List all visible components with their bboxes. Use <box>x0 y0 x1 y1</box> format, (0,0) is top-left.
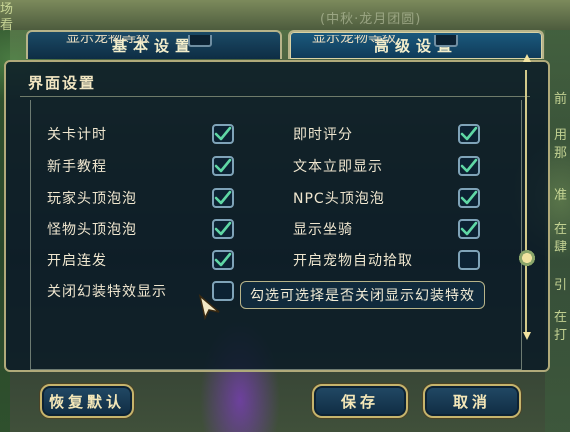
checkbox-instant-text[interactable] <box>458 156 480 176</box>
checkbox-npc-bubble[interactable] <box>458 188 480 208</box>
scene-left-char-2: 看 <box>0 18 14 33</box>
scene-left-char-1: 场 <box>0 2 14 17</box>
scene-right-char-1: 前 <box>554 92 568 107</box>
option-label-level-timer: 关卡计时 <box>47 127 107 143</box>
checkmark-icon <box>460 221 478 236</box>
title-divider <box>20 96 530 97</box>
scene-right-char-3: 那 <box>554 146 568 161</box>
scene-top-strip: (中秋·龙月团圆) <box>0 0 570 30</box>
checkmark-icon <box>214 221 232 236</box>
option-label-instant-text: 文本立即显示 <box>293 159 383 175</box>
scene-right-char-7: 引 <box>554 278 568 293</box>
cancel-button[interactable]: 取消 <box>423 384 521 418</box>
clipped-option-right-checkbox[interactable] <box>434 35 458 47</box>
scene-right-char-6: 肆 <box>554 240 568 255</box>
option-label-player-bubble: 玩家头顶泡泡 <box>47 191 137 207</box>
restore-defaults-button[interactable]: 恢复默认 <box>40 384 134 418</box>
settings-panel: 界面设置 <box>4 60 550 372</box>
clipped-option-left-label: 显示宠物等级 <box>66 35 150 46</box>
checkbox-show-mount[interactable] <box>458 219 480 239</box>
option-label-auto-fire: 开启连发 <box>47 253 107 269</box>
checkmark-icon <box>460 126 478 141</box>
clipped-option-row: 显示宠物等级 显示宠物等级 <box>42 35 506 49</box>
mouse-cursor-icon <box>198 294 220 320</box>
scrollbar-track-line <box>525 70 527 332</box>
scene-right-char-4: 准 <box>554 188 568 203</box>
option-label-npc-bubble: NPC头顶泡泡 <box>293 191 385 207</box>
option-label-tutorial: 新手教程 <box>47 159 107 175</box>
scene-right-char-8: 在 <box>554 310 568 325</box>
tooltip-costume-effects: 勾选可选择是否关闭显示幻装特效 <box>240 281 485 309</box>
scroll-up-arrow-icon[interactable] <box>522 53 532 63</box>
scene-right-char-9: 打 <box>554 328 568 343</box>
scrollbar[interactable] <box>518 50 534 350</box>
option-label-monster-bubble: 怪物头顶泡泡 <box>47 222 137 238</box>
checkbox-auto-fire[interactable] <box>212 250 234 270</box>
checkbox-pet-auto-pickup[interactable] <box>458 250 480 270</box>
checkmark-icon <box>460 158 478 173</box>
checkbox-player-bubble[interactable] <box>212 188 234 208</box>
save-button[interactable]: 保存 <box>312 384 408 418</box>
scroll-down-arrow-icon[interactable] <box>522 331 532 341</box>
option-label-instant-score: 即时评分 <box>293 127 353 143</box>
checkbox-monster-bubble[interactable] <box>212 219 234 239</box>
checkmark-icon <box>214 252 232 267</box>
checkbox-tutorial[interactable] <box>212 156 234 176</box>
checkmark-icon <box>214 190 232 205</box>
option-label-disable-costume-effects: 关闭幻装特效显示 <box>47 284 167 300</box>
option-label-show-mount: 显示坐骑 <box>293 222 353 238</box>
checkbox-level-timer[interactable] <box>212 124 234 144</box>
checkmark-icon <box>214 158 232 173</box>
scene-right-char-5: 在 <box>554 222 568 237</box>
panel-title: 界面设置 <box>28 74 97 92</box>
option-label-pet-auto-pickup: 开启宠物自动拾取 <box>293 253 413 269</box>
scroll-thumb[interactable] <box>517 234 537 282</box>
clipped-option-right-label: 显示宠物等级 <box>312 35 396 46</box>
checkbox-instant-score[interactable] <box>458 124 480 144</box>
checkmark-icon <box>460 190 478 205</box>
scene-top-text: (中秋·龙月团圆) <box>320 12 422 27</box>
scene-right-char-2: 用 <box>554 128 568 143</box>
checkmark-icon <box>214 126 232 141</box>
clipped-option-left-checkbox[interactable] <box>188 35 212 47</box>
